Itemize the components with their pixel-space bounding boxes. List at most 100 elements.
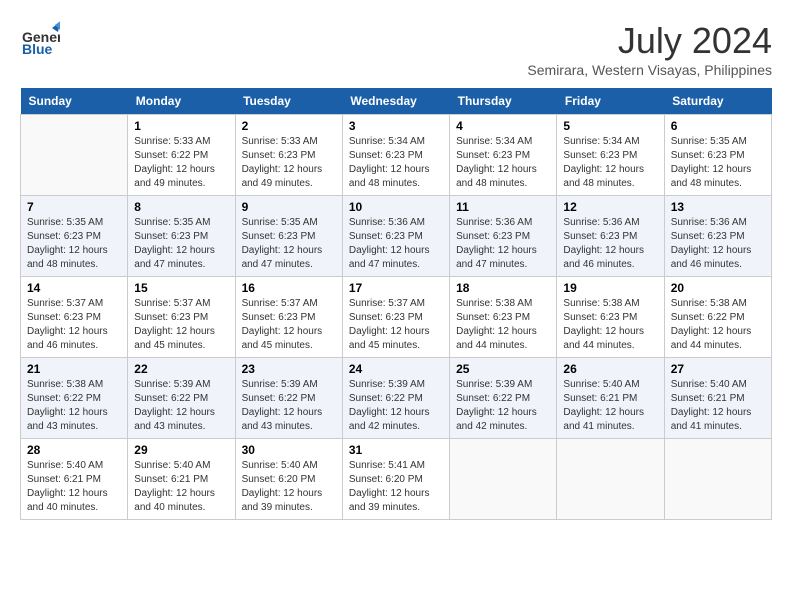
day-number: 31 [349,443,443,457]
day-info: Sunrise: 5:34 AM Sunset: 6:23 PM Dayligh… [349,135,443,191]
day-info: Sunrise: 5:38 AM Sunset: 6:22 PM Dayligh… [27,378,121,434]
calendar-day-cell: 27 Sunrise: 5:40 AM Sunset: 6:21 PM Dayli… [664,358,771,439]
day-number: 23 [242,362,336,376]
day-info: Sunrise: 5:37 AM Sunset: 6:23 PM Dayligh… [134,297,228,353]
calendar-day-cell [557,439,664,520]
calendar-week-row: 1 Sunrise: 5:33 AM Sunset: 6:22 PM Daylig… [21,115,772,196]
day-number: 14 [27,281,121,295]
day-info: Sunrise: 5:34 AM Sunset: 6:23 PM Dayligh… [563,135,657,191]
day-info: Sunrise: 5:35 AM Sunset: 6:23 PM Dayligh… [134,216,228,272]
calendar-day-cell: 6 Sunrise: 5:35 AM Sunset: 6:23 PM Daylig… [664,115,771,196]
day-number: 15 [134,281,228,295]
day-info: Sunrise: 5:39 AM Sunset: 6:22 PM Dayligh… [349,378,443,434]
day-number: 1 [134,119,228,133]
calendar-day-cell: 2 Sunrise: 5:33 AM Sunset: 6:23 PM Daylig… [235,115,342,196]
day-number: 16 [242,281,336,295]
weekday-header: Thursday [450,88,557,115]
weekday-header: Tuesday [235,88,342,115]
day-info: Sunrise: 5:36 AM Sunset: 6:23 PM Dayligh… [671,216,765,272]
day-number: 20 [671,281,765,295]
calendar-header-row: SundayMondayTuesdayWednesdayThursdayFrid… [21,88,772,115]
svg-text:Blue: Blue [22,41,53,57]
calendar-day-cell [21,115,128,196]
day-number: 12 [563,200,657,214]
calendar-day-cell: 17 Sunrise: 5:37 AM Sunset: 6:23 PM Dayli… [342,277,449,358]
day-number: 13 [671,200,765,214]
day-info: Sunrise: 5:40 AM Sunset: 6:21 PM Dayligh… [563,378,657,434]
calendar-day-cell: 16 Sunrise: 5:37 AM Sunset: 6:23 PM Dayli… [235,277,342,358]
calendar-day-cell: 14 Sunrise: 5:37 AM Sunset: 6:23 PM Dayli… [21,277,128,358]
weekday-header: Sunday [21,88,128,115]
calendar-day-cell: 29 Sunrise: 5:40 AM Sunset: 6:21 PM Dayli… [128,439,235,520]
day-info: Sunrise: 5:33 AM Sunset: 6:23 PM Dayligh… [242,135,336,191]
day-number: 29 [134,443,228,457]
calendar-day-cell: 15 Sunrise: 5:37 AM Sunset: 6:23 PM Dayli… [128,277,235,358]
day-number: 3 [349,119,443,133]
day-number: 28 [27,443,121,457]
day-number: 21 [27,362,121,376]
day-info: Sunrise: 5:37 AM Sunset: 6:23 PM Dayligh… [349,297,443,353]
title-block: July 2024 Semirara, Western Visayas, Phi… [527,20,772,78]
calendar-week-row: 7 Sunrise: 5:35 AM Sunset: 6:23 PM Daylig… [21,196,772,277]
calendar-day-cell: 21 Sunrise: 5:38 AM Sunset: 6:22 PM Dayli… [21,358,128,439]
day-info: Sunrise: 5:40 AM Sunset: 6:21 PM Dayligh… [134,459,228,515]
calendar-week-row: 28 Sunrise: 5:40 AM Sunset: 6:21 PM Dayli… [21,439,772,520]
day-number: 19 [563,281,657,295]
day-number: 4 [456,119,550,133]
calendar-day-cell: 4Sunrise: 5:34 AM Sunset: 6:23 PM Daylig… [450,115,557,196]
calendar-day-cell: 25 Sunrise: 5:39 AM Sunset: 6:22 PM Dayli… [450,358,557,439]
calendar-day-cell: 12 Sunrise: 5:36 AM Sunset: 6:23 PM Dayli… [557,196,664,277]
weekday-header: Friday [557,88,664,115]
day-info: Sunrise: 5:37 AM Sunset: 6:23 PM Dayligh… [242,297,336,353]
day-info: Sunrise: 5:39 AM Sunset: 6:22 PM Dayligh… [456,378,550,434]
day-info: Sunrise: 5:40 AM Sunset: 6:21 PM Dayligh… [27,459,121,515]
calendar-day-cell: 28 Sunrise: 5:40 AM Sunset: 6:21 PM Dayli… [21,439,128,520]
day-info: Sunrise: 5:38 AM Sunset: 6:22 PM Dayligh… [671,297,765,353]
day-info: Sunrise: 5:35 AM Sunset: 6:23 PM Dayligh… [242,216,336,272]
weekday-header: Wednesday [342,88,449,115]
month-year-title: July 2024 [527,20,772,62]
day-info: Sunrise: 5:39 AM Sunset: 6:22 PM Dayligh… [134,378,228,434]
calendar-day-cell: 18Sunrise: 5:38 AM Sunset: 6:23 PM Dayli… [450,277,557,358]
calendar-day-cell: 20 Sunrise: 5:38 AM Sunset: 6:22 PM Dayli… [664,277,771,358]
day-info: Sunrise: 5:35 AM Sunset: 6:23 PM Dayligh… [671,135,765,191]
calendar-day-cell: 1 Sunrise: 5:33 AM Sunset: 6:22 PM Daylig… [128,115,235,196]
day-number: 30 [242,443,336,457]
calendar-day-cell: 22 Sunrise: 5:39 AM Sunset: 6:22 PM Dayli… [128,358,235,439]
calendar-day-cell: 9Sunrise: 5:35 AM Sunset: 6:23 PM Daylig… [235,196,342,277]
calendar-day-cell: 19Sunrise: 5:38 AM Sunset: 6:23 PM Dayli… [557,277,664,358]
day-number: 17 [349,281,443,295]
day-number: 22 [134,362,228,376]
day-info: Sunrise: 5:33 AM Sunset: 6:22 PM Dayligh… [134,135,228,191]
day-number: 6 [671,119,765,133]
day-info: Sunrise: 5:36 AM Sunset: 6:23 PM Dayligh… [456,216,550,272]
day-info: Sunrise: 5:41 AM Sunset: 6:20 PM Dayligh… [349,459,443,515]
day-number: 25 [456,362,550,376]
calendar-day-cell: 7Sunrise: 5:35 AM Sunset: 6:23 PM Daylig… [21,196,128,277]
day-info: Sunrise: 5:36 AM Sunset: 6:23 PM Dayligh… [349,216,443,272]
day-number: 11 [456,200,550,214]
day-number: 5 [563,119,657,133]
calendar-day-cell: 11 Sunrise: 5:36 AM Sunset: 6:23 PM Dayli… [450,196,557,277]
day-number: 7 [27,200,121,214]
day-info: Sunrise: 5:40 AM Sunset: 6:21 PM Dayligh… [671,378,765,434]
calendar-week-row: 21 Sunrise: 5:38 AM Sunset: 6:22 PM Dayli… [21,358,772,439]
day-info: Sunrise: 5:37 AM Sunset: 6:23 PM Dayligh… [27,297,121,353]
calendar-table: SundayMondayTuesdayWednesdayThursdayFrid… [20,88,772,520]
calendar-day-cell: 10Sunrise: 5:36 AM Sunset: 6:23 PM Dayli… [342,196,449,277]
calendar-day-cell: 30 Sunrise: 5:40 AM Sunset: 6:20 PM Dayli… [235,439,342,520]
day-info: Sunrise: 5:36 AM Sunset: 6:23 PM Dayligh… [563,216,657,272]
calendar-day-cell: 13 Sunrise: 5:36 AM Sunset: 6:23 PM Dayli… [664,196,771,277]
day-number: 2 [242,119,336,133]
calendar-day-cell: 8 Sunrise: 5:35 AM Sunset: 6:23 PM Daylig… [128,196,235,277]
day-info: Sunrise: 5:40 AM Sunset: 6:20 PM Dayligh… [242,459,336,515]
logo-icon: General Blue [20,20,60,60]
calendar-day-cell: 23Sunrise: 5:39 AM Sunset: 6:22 PM Dayli… [235,358,342,439]
calendar-day-cell: 31 Sunrise: 5:41 AM Sunset: 6:20 PM Dayli… [342,439,449,520]
day-number: 26 [563,362,657,376]
calendar-week-row: 14 Sunrise: 5:37 AM Sunset: 6:23 PM Dayli… [21,277,772,358]
location-subtitle: Semirara, Western Visayas, Philippines [527,62,772,78]
calendar-day-cell: 24Sunrise: 5:39 AM Sunset: 6:22 PM Dayli… [342,358,449,439]
day-number: 8 [134,200,228,214]
day-number: 27 [671,362,765,376]
